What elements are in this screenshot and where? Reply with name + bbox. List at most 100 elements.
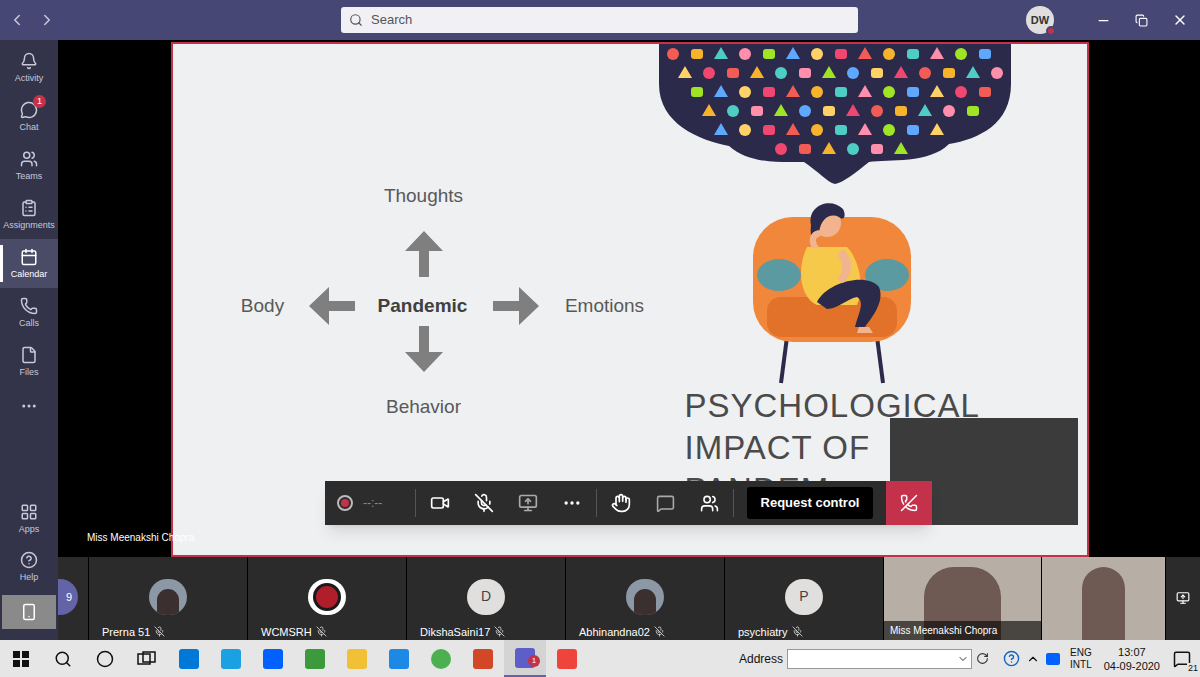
start-button[interactable] xyxy=(0,640,42,677)
app-rail: ActivityChat1TeamsAssignmentsCalendarCal… xyxy=(0,40,58,640)
taskbar-app[interactable] xyxy=(168,640,210,677)
rail-icon xyxy=(20,52,38,70)
dropdown-icon[interactable] xyxy=(957,653,969,665)
participants-icon xyxy=(700,494,719,513)
close-icon[interactable] xyxy=(1172,12,1188,28)
more-apps[interactable] xyxy=(0,386,58,426)
teams-window: SearchDWActivityChat1TeamsAssignmentsCal… xyxy=(0,0,1200,677)
search-box[interactable]: Search xyxy=(341,7,858,33)
participant-tile[interactable]: Abhinandna02 xyxy=(566,557,724,640)
help-icon[interactable] xyxy=(1003,650,1020,667)
search-icon[interactable] xyxy=(54,650,72,668)
address-field[interactable] xyxy=(787,649,972,669)
rail-item[interactable]: Files xyxy=(0,337,58,386)
rail-item[interactable]: Help xyxy=(0,542,58,590)
video-frame xyxy=(1082,567,1125,640)
ellipsis-icon xyxy=(20,397,38,415)
teams-badge: 1 xyxy=(528,655,540,667)
rail-icon xyxy=(20,199,38,217)
participants-button[interactable] xyxy=(687,481,731,525)
participant-tile[interactable]: DDikshaSaini17 xyxy=(407,557,565,640)
refresh-icon[interactable] xyxy=(976,652,989,665)
participant-tile[interactable]: Ppsychiatry xyxy=(725,557,883,640)
participant-tile[interactable] xyxy=(1166,557,1200,640)
participant-tile[interactable]: 9 xyxy=(58,557,88,640)
taskbar-app[interactable] xyxy=(420,640,462,677)
rail-badge: 1 xyxy=(33,95,46,108)
taskbar-app[interactable] xyxy=(252,640,294,677)
cortana-icon[interactable] xyxy=(96,650,114,668)
taskbar-app[interactable] xyxy=(546,640,588,677)
divider xyxy=(596,489,597,517)
clock[interactable]: 13:0704-09-2020 xyxy=(1104,645,1160,673)
hang-up-button[interactable] xyxy=(886,481,932,525)
tray-expand-icon[interactable] xyxy=(1026,652,1040,666)
rail-item[interactable]: Calls xyxy=(0,288,58,337)
presenter-label: Miss Meenakshi Chopra xyxy=(87,530,194,545)
rail-icon xyxy=(20,248,38,266)
divider xyxy=(733,489,734,517)
request-control-button[interactable]: Request control xyxy=(747,487,874,519)
more-icon xyxy=(562,493,582,513)
rail-icon xyxy=(20,150,38,168)
rail-icon xyxy=(20,346,38,364)
participant-logo xyxy=(308,579,346,615)
call-timer: --:-- xyxy=(363,494,403,512)
taskbar-app[interactable] xyxy=(336,640,378,677)
rail-item[interactable]: Assignments xyxy=(0,190,58,239)
rail-item[interactable]: Teams xyxy=(0,141,58,190)
woman-on-chair-icon xyxy=(747,187,917,387)
participant-tile[interactable]: Prerna 51 xyxy=(89,557,247,640)
meeting-controls: --:-- Request control xyxy=(325,481,932,525)
notification-count: 21 xyxy=(1187,663,1199,673)
mic-off-icon xyxy=(792,626,803,637)
diagram-node: Body xyxy=(241,292,284,321)
forward-icon[interactable] xyxy=(38,11,56,29)
taskbar-app[interactable] xyxy=(462,640,504,677)
participant-video[interactable]: Miss Meenakshi Chopra xyxy=(884,557,1041,640)
avatar[interactable]: DW xyxy=(1026,6,1054,34)
restore-icon[interactable] xyxy=(1135,14,1148,27)
participants-strip: 9Prerna 51WCMSRHDDikshaSaini17 Abhinandna… xyxy=(58,557,1200,640)
notifications-button[interactable]: 21 xyxy=(1164,640,1200,677)
search-placeholder: Search xyxy=(371,10,412,30)
mic-button[interactable] xyxy=(462,481,506,525)
participant-video[interactable] xyxy=(1042,557,1165,640)
phone-icon xyxy=(20,603,38,621)
participant-avatar: D xyxy=(467,579,505,615)
screen-icon xyxy=(1176,591,1190,605)
back-icon[interactable] xyxy=(8,11,26,29)
diagram-node: Emotions xyxy=(565,292,644,321)
taskbar-app[interactable] xyxy=(210,640,252,677)
chat-button[interactable] xyxy=(643,481,687,525)
taskbar-app[interactable] xyxy=(378,640,420,677)
more-button[interactable] xyxy=(550,481,594,525)
participant-name: Abhinandna02 xyxy=(579,624,650,641)
camera-button[interactable] xyxy=(418,481,462,525)
minimize-icon[interactable] xyxy=(1096,13,1111,28)
dropbox-tray-icon[interactable] xyxy=(1046,653,1060,665)
participant-avatar: P xyxy=(785,579,823,615)
thought-cloud-icon xyxy=(659,44,1011,184)
share-button[interactable] xyxy=(506,481,550,525)
record-button[interactable] xyxy=(337,495,353,511)
rail-item[interactable]: Chat1 xyxy=(0,92,58,141)
taskbar-app[interactable] xyxy=(294,640,336,677)
powerpoint-icon xyxy=(473,649,493,669)
app-icon xyxy=(389,649,409,669)
participant-tile[interactable]: WCMSRH xyxy=(248,557,406,640)
raise-hand-button[interactable] xyxy=(599,481,643,525)
rail-item[interactable]: Activity xyxy=(0,43,58,92)
title-bar: Search DW xyxy=(0,0,1200,40)
app-icon xyxy=(305,649,325,669)
chat-icon xyxy=(656,494,675,513)
task-view-icon[interactable] xyxy=(137,651,157,667)
address-label: Address xyxy=(739,650,783,668)
rail-item[interactable]: Calendar xyxy=(0,239,58,288)
taskbar-app[interactable]: 1 xyxy=(504,640,546,677)
device-button[interactable] xyxy=(2,595,56,629)
store-icon xyxy=(179,649,199,669)
selected-bar xyxy=(0,245,3,282)
language-indicator[interactable]: ENGINTL xyxy=(1070,647,1092,671)
rail-item[interactable]: Apps xyxy=(0,494,58,542)
